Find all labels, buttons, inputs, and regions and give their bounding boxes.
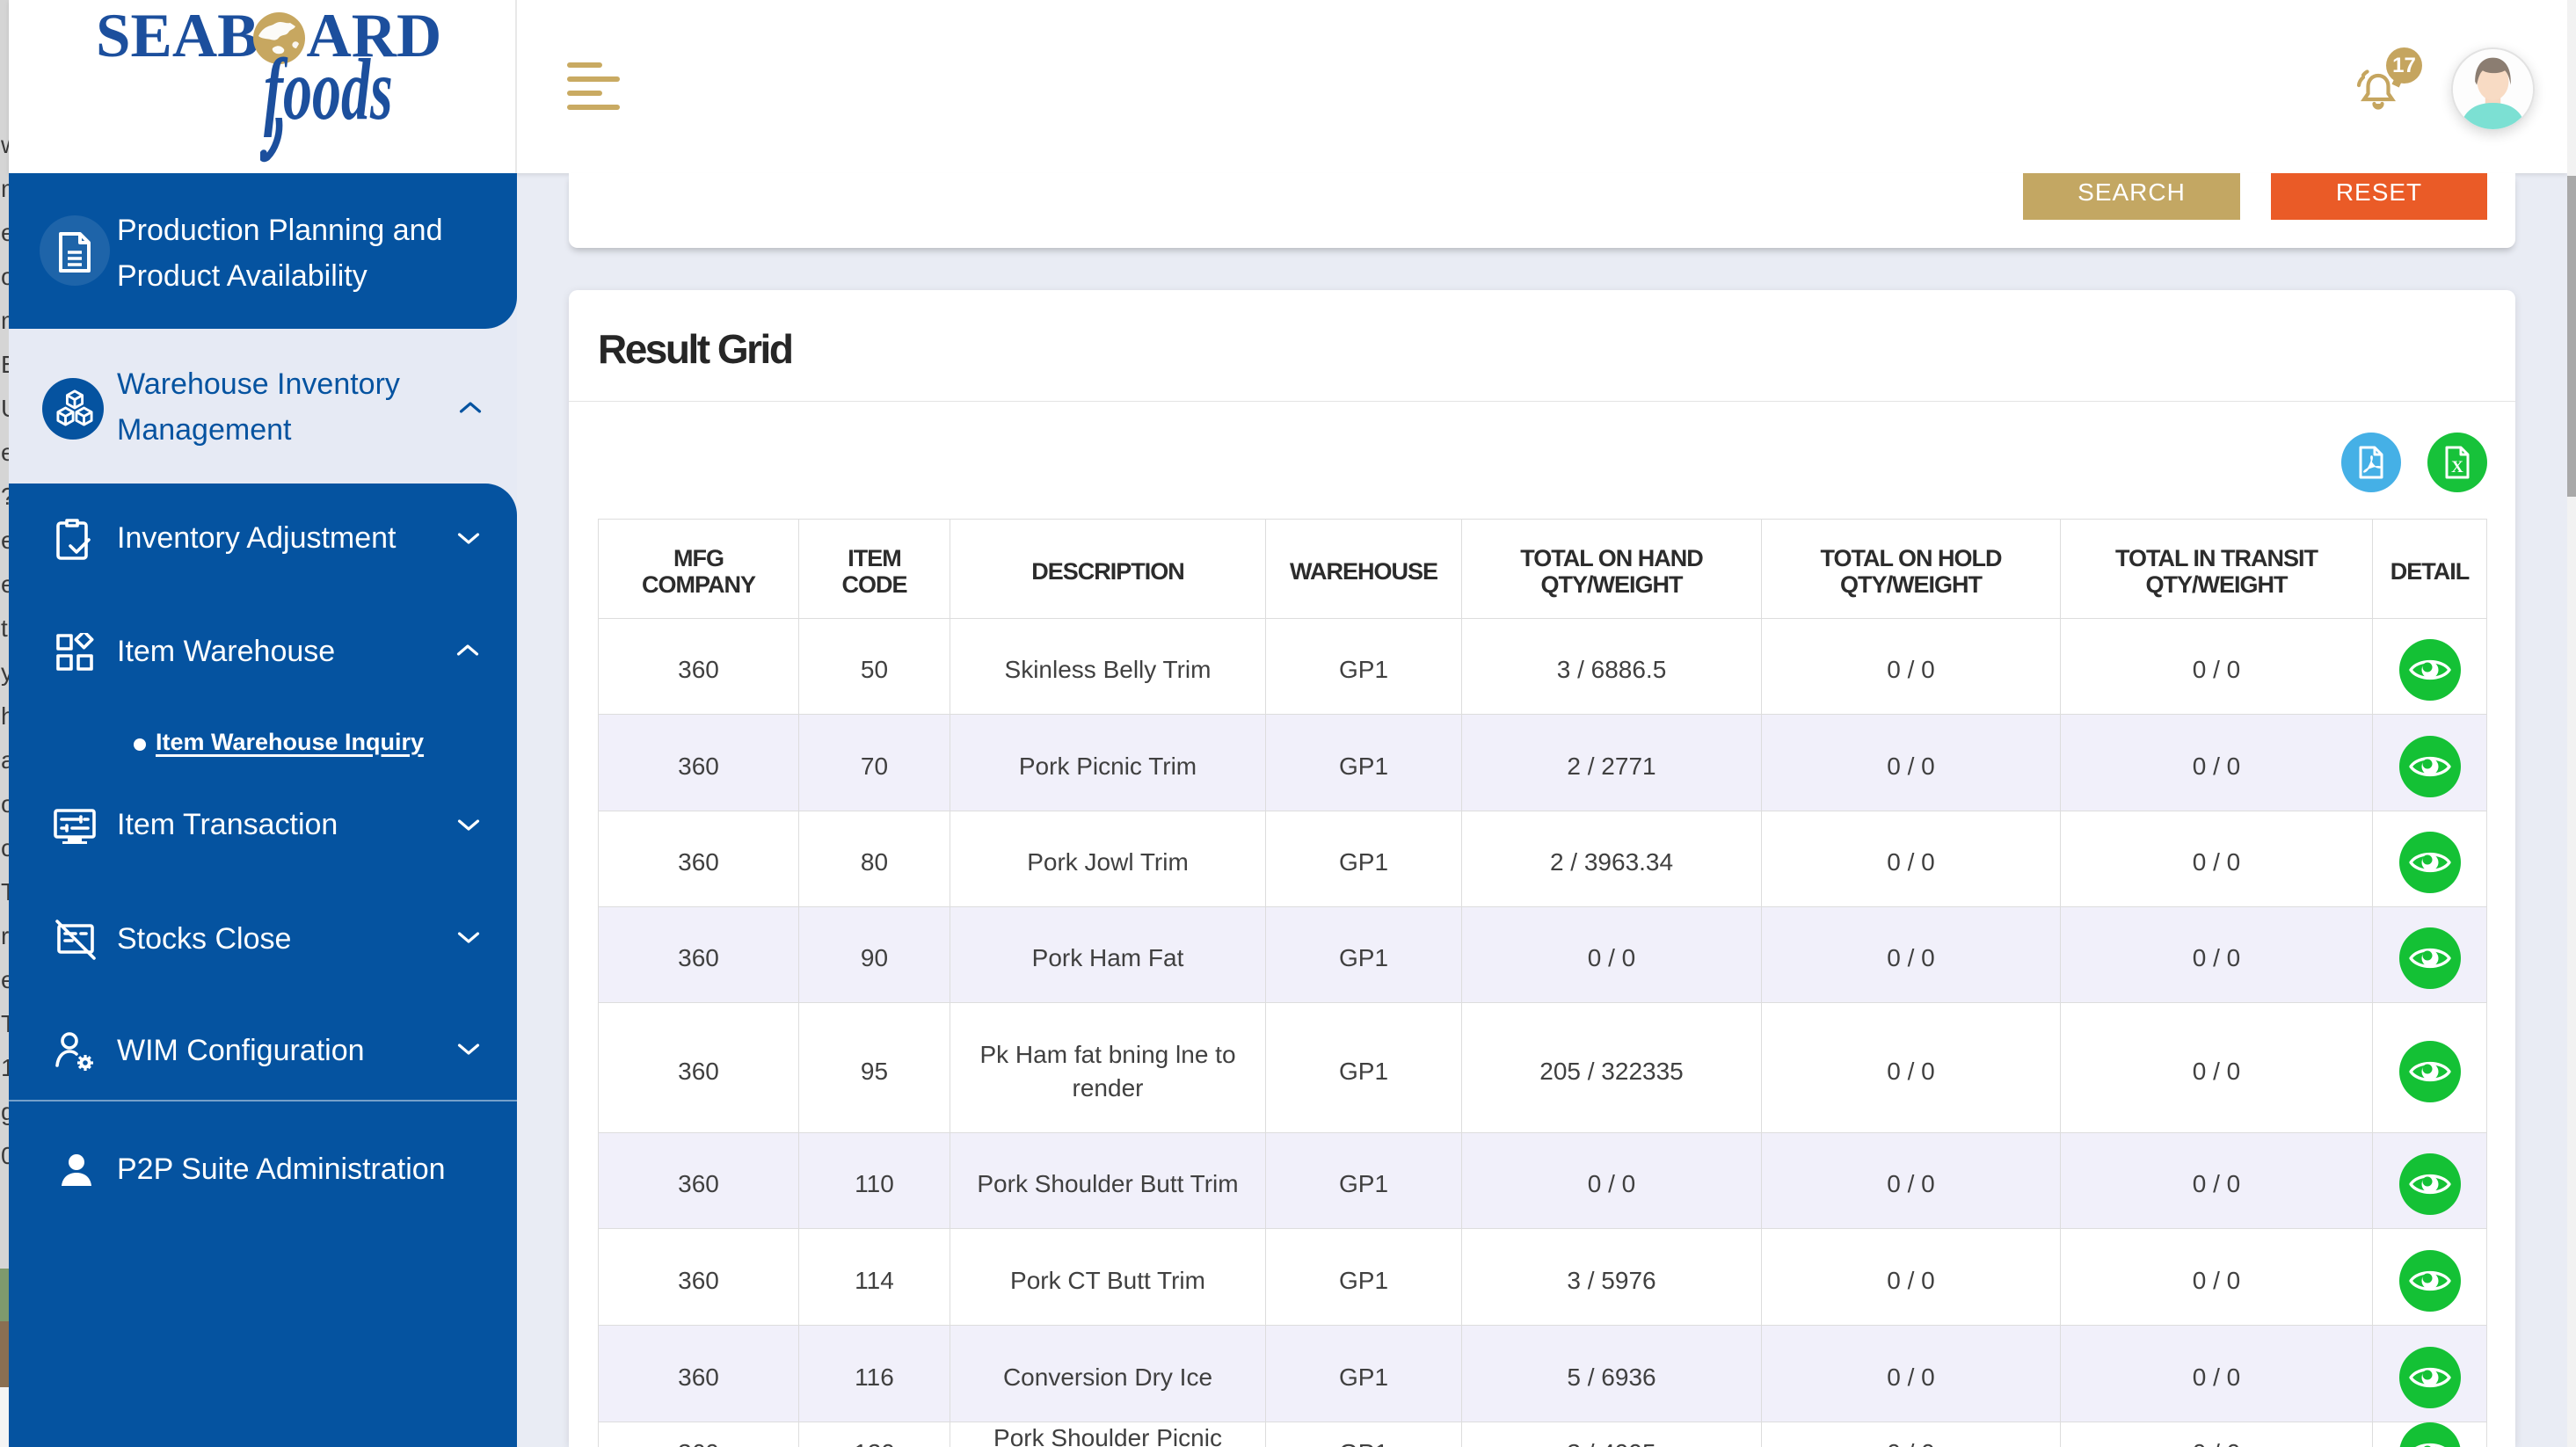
svg-text:X: X bbox=[2451, 458, 2463, 476]
